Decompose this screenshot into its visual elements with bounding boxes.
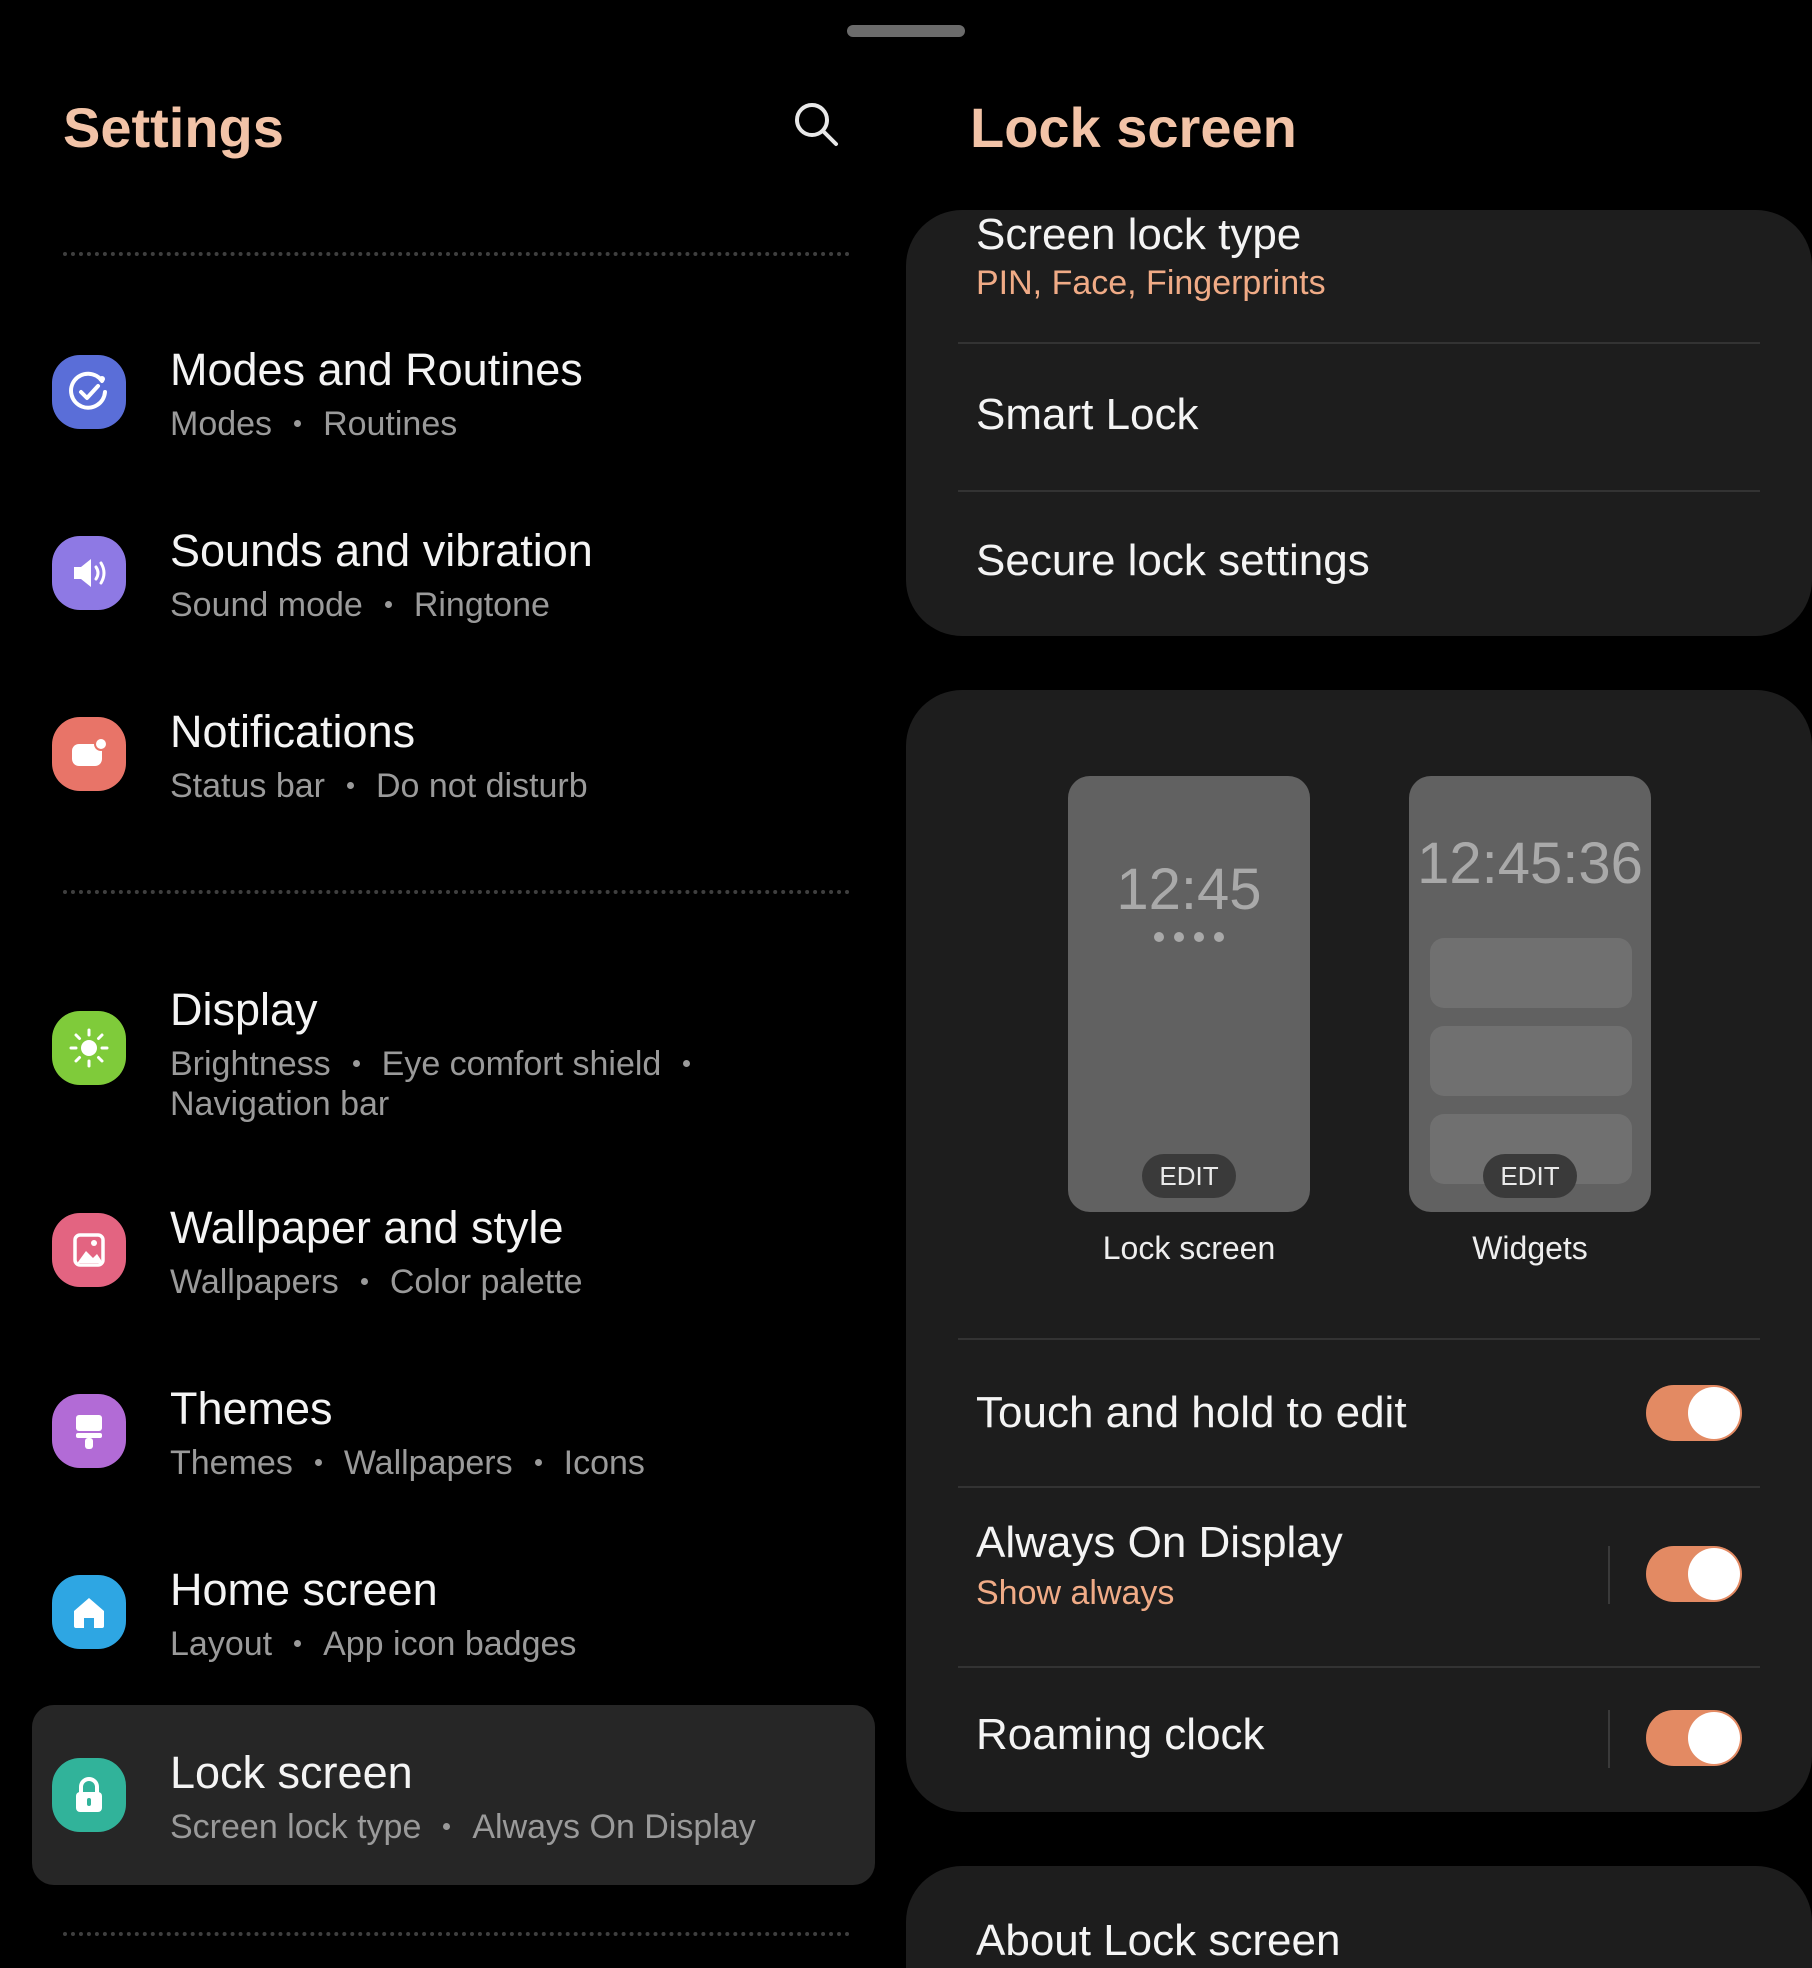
modes-routines-icon bbox=[52, 355, 126, 429]
preview-label: Lock screen bbox=[1102, 1230, 1276, 1266]
menu-item-title: Lock screen bbox=[170, 1747, 413, 1798]
page-title: Settings bbox=[63, 96, 284, 159]
menu-item-sounds[interactable]: Sounds and vibration Sound mode Ringtone bbox=[32, 485, 875, 661]
menu-item-subtitle: Status bar Do not disturb bbox=[170, 767, 588, 805]
row-title: Secure lock settings bbox=[976, 536, 1370, 585]
screen-lock-type-row[interactable]: Screen lock type PIN, Face, Fingerprints bbox=[956, 210, 1762, 342]
menu-item-subtitle: Brightness Eye comfort shield bbox=[170, 1044, 712, 1084]
menu-item-title: Sounds and vibration bbox=[170, 525, 593, 576]
menu-item-title: Modes and Routines bbox=[170, 344, 583, 395]
pin-dots bbox=[1068, 932, 1310, 942]
widget-placeholder bbox=[1430, 1026, 1632, 1096]
menu-item-title: Notifications bbox=[170, 706, 416, 757]
roaming-clock-row[interactable]: Roaming clock bbox=[956, 1668, 1762, 1812]
menu-item-themes[interactable]: Themes Themes Wallpapers Icons bbox=[32, 1343, 875, 1519]
always-on-display-toggle[interactable] bbox=[1646, 1546, 1742, 1602]
menu-item-display[interactable]: Display Brightness Eye comfort shield Nav… bbox=[32, 960, 875, 1160]
row-value: Show always bbox=[976, 1574, 1175, 1612]
row-title: Screen lock type bbox=[976, 210, 1302, 259]
preview-label: Widgets bbox=[1472, 1230, 1588, 1266]
notification-icon bbox=[52, 717, 126, 791]
menu-item-subtitle: Screen lock type Always On Display bbox=[170, 1808, 756, 1846]
menu-item-subtitle: Themes Wallpapers Icons bbox=[170, 1444, 645, 1482]
divider bbox=[63, 890, 850, 894]
widget-placeholder bbox=[1430, 938, 1632, 1008]
menu-item-title: Display bbox=[170, 984, 318, 1035]
about-lock-screen-row[interactable]: About Lock screen bbox=[956, 1866, 1762, 1968]
about-card: About Lock screen bbox=[906, 1866, 1812, 1968]
row-title: Roaming clock bbox=[976, 1710, 1265, 1759]
home-icon bbox=[52, 1575, 126, 1649]
menu-item-subtitle: Layout App icon badges bbox=[170, 1625, 577, 1663]
menu-item-subtitle: Modes Routines bbox=[170, 405, 458, 443]
touch-hold-row[interactable]: Touch and hold to edit bbox=[956, 1340, 1762, 1486]
lock-type-card: Screen lock type PIN, Face, Fingerprints… bbox=[906, 210, 1812, 636]
search-icon bbox=[795, 103, 838, 146]
menu-item-title: Wallpaper and style bbox=[170, 1202, 564, 1253]
divider bbox=[63, 252, 850, 256]
row-title: About Lock screen bbox=[976, 1916, 1341, 1965]
menu-item-subtitle: Sound mode Ringtone bbox=[170, 586, 550, 624]
menu-item-lock-screen[interactable]: Lock screen Screen lock type Always On Di… bbox=[32, 1705, 875, 1885]
lock-icon bbox=[52, 1758, 126, 1832]
settings-pane: Settings Modes and Routines Modes Routine… bbox=[0, 0, 880, 1968]
lock-screen-preview[interactable]: 12:45 EDIT bbox=[1068, 776, 1310, 1212]
row-title: Touch and hold to edit bbox=[976, 1388, 1407, 1437]
preview-time: 12:45 bbox=[1116, 857, 1262, 922]
divider bbox=[63, 1932, 850, 1936]
touch-hold-toggle[interactable] bbox=[1646, 1385, 1742, 1441]
edit-lock-screen-button[interactable]: EDIT bbox=[1142, 1154, 1236, 1198]
divider bbox=[1608, 1546, 1610, 1604]
always-on-display-row[interactable]: Always On Display Show always bbox=[956, 1488, 1762, 1668]
divider bbox=[1608, 1710, 1610, 1768]
menu-item-wallpaper[interactable]: Wallpaper and style Wallpapers Color pale… bbox=[32, 1162, 875, 1338]
secure-lock-settings-row[interactable]: Secure lock settings bbox=[956, 492, 1762, 636]
edit-widgets-button[interactable]: EDIT bbox=[1483, 1154, 1577, 1198]
lock-screen-title: Lock screen bbox=[970, 96, 1297, 159]
menu-item-subtitle-2: Navigation bar bbox=[170, 1085, 390, 1123]
smart-lock-row[interactable]: Smart Lock bbox=[956, 344, 1762, 490]
widgets-preview[interactable]: 12:45:36 EDIT bbox=[1409, 776, 1651, 1212]
lock-preview-card: 12:45 EDIT Lock screen 12:45:36 EDIT Wid… bbox=[906, 690, 1812, 1812]
roaming-clock-toggle[interactable] bbox=[1646, 1710, 1742, 1766]
menu-item-notifications[interactable]: Notifications Status bar Do not disturb bbox=[32, 666, 875, 842]
preview-time: 12:45:36 bbox=[1417, 831, 1643, 896]
menu-item-modes-routines[interactable]: Modes and Routines Modes Routines bbox=[32, 304, 875, 480]
brush-icon bbox=[52, 1394, 126, 1468]
search-button[interactable] bbox=[786, 94, 846, 154]
speaker-icon bbox=[52, 536, 126, 610]
menu-item-title: Themes bbox=[170, 1383, 333, 1434]
menu-item-title: Home screen bbox=[170, 1564, 438, 1615]
menu-item-home-screen[interactable]: Home screen Layout App icon badges bbox=[32, 1524, 875, 1700]
row-title: Smart Lock bbox=[976, 390, 1199, 439]
menu-item-subtitle: Wallpapers Color palette bbox=[170, 1263, 583, 1301]
row-value: PIN, Face, Fingerprints bbox=[976, 264, 1326, 302]
wallpaper-icon bbox=[52, 1213, 126, 1287]
sun-icon bbox=[52, 1011, 126, 1085]
row-title: Always On Display bbox=[976, 1518, 1343, 1567]
